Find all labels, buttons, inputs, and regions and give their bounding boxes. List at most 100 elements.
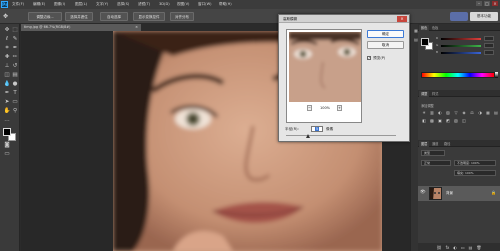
menu-window[interactable]: 窗口(W) — [198, 2, 212, 7]
dodge-tool-icon[interactable]: ● — [11, 81, 19, 88]
cancel-button[interactable]: 取消 — [367, 41, 404, 49]
panel-foreground-color[interactable] — [421, 38, 429, 46]
layer-mask-icon[interactable]: ▭ — [461, 245, 465, 250]
pen-tool-icon[interactable]: ✒ — [3, 90, 11, 97]
channel-r-value[interactable] — [484, 36, 494, 41]
channel-r-slider[interactable] — [441, 38, 481, 40]
spectrum-bw[interactable] — [495, 72, 498, 78]
tab-swatches[interactable]: 色板 — [432, 25, 438, 31]
menu-filter[interactable]: 滤镜(T) — [138, 2, 150, 7]
adjustment-icon[interactable]: ▽ — [453, 110, 459, 115]
close-window-button[interactable]: × — [492, 1, 498, 6]
text-tool-icon[interactable]: T — [11, 90, 19, 97]
adjustment-icon[interactable]: ◫ — [461, 118, 467, 123]
brush-tool-icon[interactable]: ✏ — [11, 54, 19, 61]
more-tools-icon[interactable]: … — [3, 117, 11, 124]
menu-type[interactable]: 文字(Y) — [96, 2, 108, 7]
radius-input[interactable]: 5 — [311, 126, 323, 132]
channel-g-value[interactable] — [484, 43, 494, 48]
eyedropper-tool-icon[interactable]: ✒ — [11, 45, 19, 52]
tab-layers[interactable]: 图层 — [419, 141, 430, 147]
ok-button[interactable]: 确定 — [367, 30, 404, 38]
menu-3d[interactable]: 3D(D) — [159, 2, 170, 7]
link-layers-icon[interactable]: ⛓ — [437, 245, 442, 250]
crop-tool-icon[interactable]: ⌗ — [3, 45, 11, 52]
zoom-out-button[interactable]: − — [307, 105, 312, 111]
adjustment-icon[interactable]: ▨ — [445, 110, 451, 115]
shape-tool-icon[interactable]: ▭ — [11, 99, 19, 106]
move-icon[interactable]: ✥ — [3, 13, 11, 20]
zoom-in-button[interactable]: + — [337, 105, 342, 111]
adjustment-icon[interactable]: ▦ — [485, 110, 491, 115]
layer-kind-filter[interactable]: 类型 — [421, 150, 445, 156]
adjustment-icon[interactable]: ⚖ — [469, 110, 475, 115]
document-tab[interactable]: timg.jpg @ 66.7%(RGB/8#) × — [21, 24, 141, 31]
lasso-tool-icon[interactable]: ℓ — [3, 36, 11, 43]
show-transform-button[interactable]: 显示变换控件 — [133, 12, 165, 21]
minimize-button[interactable]: – — [476, 1, 482, 6]
marquee-tool-icon[interactable]: ⬚ — [11, 27, 19, 34]
path-select-tool-icon[interactable]: ➤ — [3, 99, 11, 106]
tab-color[interactable]: 颜色 — [419, 25, 430, 31]
menu-layer[interactable]: 图层(L) — [75, 2, 87, 7]
adjustment-icon[interactable]: ◑ — [477, 110, 483, 115]
zoom-tool-icon[interactable]: ⚲ — [11, 108, 19, 115]
tab-adjustments[interactable]: 调整 — [419, 91, 430, 97]
blur-tool-icon[interactable]: 💧 — [3, 81, 11, 88]
menu-view[interactable]: 视图(V) — [177, 2, 189, 7]
healing-tool-icon[interactable]: ✚ — [3, 54, 11, 61]
adjustment-icon[interactable]: ◩ — [445, 118, 451, 123]
menu-help[interactable]: 帮助(H) — [219, 2, 232, 7]
delete-layer-icon[interactable]: 🗑 — [476, 245, 481, 250]
menu-select[interactable]: 选择(S) — [117, 2, 129, 7]
document-close-icon[interactable]: × — [135, 24, 138, 31]
tab-channels[interactable]: 通道 — [432, 141, 438, 147]
layer-background[interactable]: 👁 背景 🔒 — [418, 186, 500, 201]
align-button[interactable]: 对齐分布 — [170, 12, 194, 21]
workspace-dropdown[interactable]: 基本功能 — [470, 12, 498, 21]
radius-slider-thumb[interactable] — [305, 134, 310, 138]
layer-style-icon[interactable]: fx — [446, 245, 450, 250]
refine-edge-button[interactable]: 调整边缘... — [28, 12, 62, 21]
menu-edit[interactable]: 编辑(E) — [33, 2, 45, 7]
channel-b-slider[interactable] — [441, 52, 481, 54]
opacity-field[interactable]: 不透明度: 100% — [454, 160, 496, 166]
menu-image[interactable]: 图像(I) — [54, 2, 65, 7]
adjustment-icon[interactable]: ◐ — [437, 110, 443, 115]
stamp-tool-icon[interactable]: ⊥ — [3, 63, 11, 70]
dialog-title-bar[interactable]: 高斯模糊 × — [279, 15, 409, 23]
adjustment-icon[interactable]: ◧ — [421, 118, 427, 123]
adjustment-icon[interactable]: ▩ — [429, 118, 435, 123]
channel-g-slider[interactable] — [441, 45, 481, 47]
adjustment-icon[interactable]: ▣ — [437, 118, 443, 123]
quick-select-tool-icon[interactable]: ✎ — [11, 36, 19, 43]
new-layer-icon[interactable]: ▤ — [469, 245, 473, 250]
auto-select-button[interactable]: 自动选择 — [100, 12, 128, 21]
radius-slider-track[interactable] — [286, 135, 396, 136]
color-spectrum[interactable] — [421, 72, 495, 78]
workspace-switch-icon[interactable] — [450, 12, 468, 21]
hand-tool-icon[interactable]: ✋ — [3, 108, 11, 115]
adjustment-icon[interactable]: ◈ — [461, 110, 467, 115]
screen-mode-icon[interactable]: ▭ — [3, 151, 11, 158]
adjustment-icon[interactable]: ☀ — [421, 110, 427, 115]
adjustment-icon[interactable]: ▥ — [429, 110, 435, 115]
fill-field[interactable]: 填充: 100% — [454, 170, 496, 176]
quick-mask-icon[interactable]: ◙ — [3, 142, 11, 149]
adjustment-icon[interactable]: ▧ — [453, 118, 459, 123]
menu-file[interactable]: 文件(F) — [12, 2, 24, 7]
preview-checkbox[interactable]: ✓ 预览(P) — [367, 55, 407, 61]
maximize-button[interactable]: □ — [484, 1, 490, 6]
tab-paths[interactable]: 路径 — [444, 141, 450, 147]
select-mask-button[interactable]: 选择并遮住 — [65, 12, 93, 21]
preview-image[interactable] — [289, 32, 361, 102]
channel-b-value[interactable] — [484, 50, 494, 55]
foreground-color-swatch[interactable] — [3, 128, 11, 136]
adjustment-layer-icon[interactable]: ◐ — [453, 245, 457, 250]
move-tool-icon[interactable]: ✥ — [3, 27, 11, 34]
adjustment-icon[interactable]: ▤ — [493, 110, 499, 115]
eraser-tool-icon[interactable]: ◫ — [3, 72, 11, 79]
gradient-tool-icon[interactable]: ▤ — [11, 72, 19, 79]
history-brush-tool-icon[interactable]: ↺ — [11, 63, 19, 70]
dialog-close-button[interactable]: × — [397, 16, 407, 22]
